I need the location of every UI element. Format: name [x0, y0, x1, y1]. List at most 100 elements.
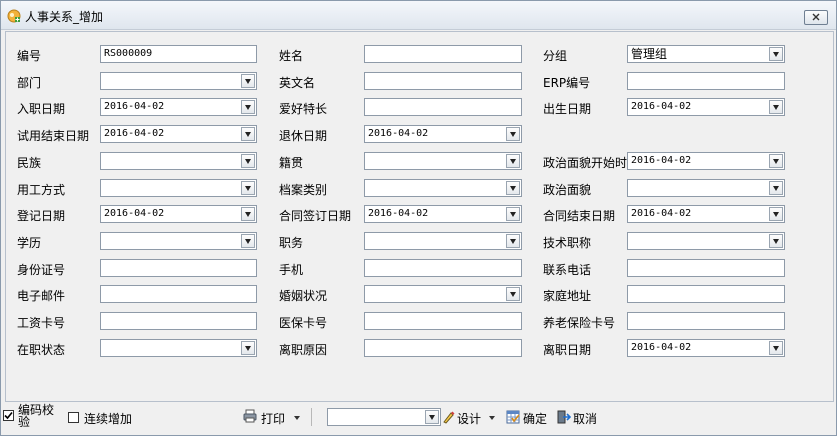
text-input[interactable] — [627, 72, 785, 90]
print-label: 打印 — [261, 412, 286, 426]
chevron-down-icon[interactable] — [241, 234, 255, 248]
chevron-down-icon[interactable] — [769, 207, 783, 221]
cancel-button[interactable]: 取消 — [556, 407, 604, 427]
window-title: 人事关系_增加 — [25, 10, 104, 24]
field-label: 入职日期 — [17, 102, 66, 116]
code-check-checkbox[interactable] — [3, 410, 14, 421]
dropdown-field[interactable] — [100, 179, 257, 197]
field-value: 管理组 — [631, 47, 668, 61]
chevron-down-icon[interactable] — [241, 100, 255, 114]
dropdown-field[interactable]: 2016-04-02 — [627, 205, 785, 223]
text-input[interactable] — [364, 339, 522, 357]
chevron-down-icon[interactable] — [241, 341, 255, 355]
dropdown-field[interactable] — [364, 152, 522, 170]
title-bar[interactable]: 人事关系_增加 — [1, 1, 836, 30]
field-value: 2016-04-02 — [368, 128, 429, 139]
text-input[interactable] — [364, 98, 522, 116]
field-label: 籍贯 — [279, 156, 304, 170]
chevron-down-icon[interactable] — [241, 127, 255, 141]
close-icon — [812, 13, 820, 21]
chevron-down-icon[interactable] — [769, 181, 783, 195]
dropdown-field[interactable] — [364, 179, 522, 197]
chevron-down-icon[interactable] — [769, 341, 783, 355]
dropdown-field[interactable]: 2016-04-02 — [364, 125, 522, 143]
field-label: 技术职称 — [543, 236, 592, 250]
dropdown-field[interactable]: 2016-04-02 — [627, 98, 785, 116]
dropdown-field[interactable] — [100, 339, 257, 357]
field-value: RS000009 — [104, 48, 153, 59]
code-check-label: 编码校验 — [18, 403, 55, 429]
field-value: 2016-04-02 — [631, 101, 692, 112]
dropdown-field[interactable]: 管理组 — [627, 45, 785, 63]
chevron-down-icon[interactable] — [769, 154, 783, 168]
chevron-down-icon[interactable] — [506, 181, 520, 195]
field-label: 退休日期 — [279, 129, 328, 143]
field-label: 职务 — [279, 236, 304, 250]
chevron-down-icon[interactable] — [241, 181, 255, 195]
text-input[interactable] — [627, 285, 785, 303]
text-input[interactable] — [364, 45, 522, 63]
field-label: 英文名 — [279, 76, 316, 90]
field-label: 身份证号 — [17, 263, 66, 277]
dropdown-field[interactable]: 2016-04-02 — [100, 98, 257, 116]
dropdown-field[interactable] — [627, 179, 785, 197]
text-input[interactable] — [100, 285, 257, 303]
print-button[interactable]: 打印 — [241, 407, 303, 427]
field-label: 政治面貌 — [543, 183, 592, 197]
close-button[interactable] — [804, 10, 828, 25]
template-select[interactable] — [327, 408, 441, 426]
form-area: 编号 RS000009 部门 入职日期 2016-04-02 试用结束日期 2016-04-… — [5, 31, 834, 402]
chevron-down-icon[interactable] — [241, 154, 255, 168]
dropdown-field[interactable] — [627, 232, 785, 250]
text-input[interactable] — [364, 312, 522, 330]
chevron-down-icon[interactable] — [241, 207, 255, 221]
text-input[interactable]: RS000009 — [100, 45, 257, 63]
field-label: 用工方式 — [17, 183, 66, 197]
field-label: 电子邮件 — [17, 289, 66, 303]
dropdown-field[interactable] — [100, 232, 257, 250]
text-input[interactable] — [364, 259, 522, 277]
dropdown-field[interactable] — [364, 285, 522, 303]
dropdown-field[interactable]: 2016-04-02 — [100, 205, 257, 223]
text-input[interactable] — [627, 312, 785, 330]
dropdown-field[interactable]: 2016-04-02 — [100, 125, 257, 143]
chevron-down-icon[interactable] — [241, 74, 255, 88]
dropdown-field[interactable]: 2016-04-02 — [627, 152, 785, 170]
chevron-down-icon[interactable] — [769, 100, 783, 114]
dropdown-field[interactable] — [100, 152, 257, 170]
dropdown-field[interactable]: 2016-04-02 — [364, 205, 522, 223]
bottom-toolbar: 编码校验 连续增加 打印 设计 确定 取消 — [1, 401, 836, 435]
field-label: 合同结束日期 — [543, 209, 616, 223]
chevron-down-icon[interactable] — [506, 287, 520, 301]
dropdown-field[interactable]: 2016-04-02 — [627, 339, 785, 357]
chevron-down-icon[interactable] — [769, 47, 783, 61]
continuous-add-checkbox[interactable] — [68, 412, 79, 423]
text-input[interactable] — [364, 72, 522, 90]
chevron-down-icon[interactable] — [506, 154, 520, 168]
field-value: 2016-04-02 — [631, 342, 692, 353]
confirm-button[interactable]: 确定 — [505, 407, 551, 427]
field-label: 养老保险卡号 — [543, 316, 616, 330]
field-value: 2016-04-02 — [104, 101, 165, 112]
chevron-down-icon[interactable] — [425, 410, 439, 424]
field-label: 试用结束日期 — [17, 129, 90, 143]
text-input[interactable] — [627, 259, 785, 277]
confirm-label: 确定 — [523, 412, 548, 426]
design-dropdown-arrow-icon[interactable] — [489, 416, 495, 420]
text-input[interactable] — [100, 312, 257, 330]
text-input[interactable] — [100, 259, 257, 277]
chevron-down-icon[interactable] — [506, 127, 520, 141]
dropdown-field[interactable] — [100, 72, 257, 90]
field-value: 2016-04-02 — [368, 208, 429, 219]
field-label: 婚姻状况 — [279, 289, 328, 303]
dropdown-field[interactable] — [364, 232, 522, 250]
print-dropdown-arrow-icon[interactable] — [294, 416, 300, 420]
field-label: 学历 — [17, 236, 42, 250]
design-button[interactable]: 设计 — [441, 407, 499, 427]
field-label: 家庭地址 — [543, 289, 592, 303]
toolbar-separator — [311, 408, 312, 426]
chevron-down-icon[interactable] — [506, 234, 520, 248]
chevron-down-icon[interactable] — [769, 234, 783, 248]
app-icon — [7, 9, 21, 23]
chevron-down-icon[interactable] — [506, 207, 520, 221]
